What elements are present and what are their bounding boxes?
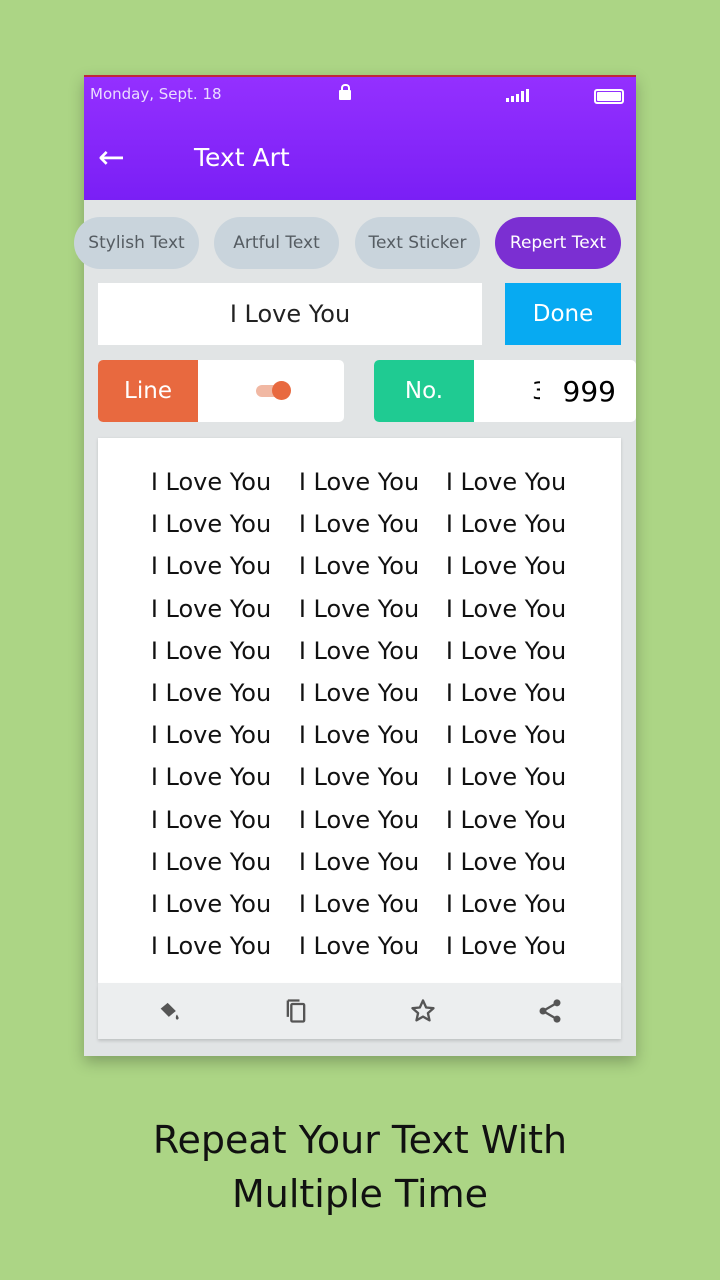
preview-area: I Love You I Love You I Love You I Love You… bbox=[98, 438, 621, 983]
paint-bucket-icon[interactable] bbox=[156, 997, 184, 1025]
repeated-text: I Love You bbox=[445, 721, 567, 750]
repeated-text: I Love You bbox=[150, 763, 272, 792]
repeated-text: I Love You bbox=[150, 510, 272, 539]
repeated-text: I Love You bbox=[298, 552, 420, 581]
caption-line-2: Multiple Time bbox=[231, 1172, 489, 1216]
repeated-text: I Love You bbox=[150, 552, 272, 581]
repeated-text: I Love You bbox=[150, 932, 272, 961]
repeated-text: I Love You bbox=[445, 594, 567, 623]
repeated-text: I Love You bbox=[298, 510, 420, 539]
battery-icon bbox=[594, 89, 624, 104]
line-toggle[interactable] bbox=[256, 381, 292, 400]
copy-icon[interactable] bbox=[282, 997, 310, 1025]
done-button[interactable]: Done bbox=[505, 283, 621, 345]
tab-stylish-text[interactable]: Stylish Text bbox=[74, 217, 199, 269]
repeated-text: I Love You bbox=[445, 679, 567, 707]
line-control: Line bbox=[98, 360, 344, 422]
status-date: Monday, Sept. 18 bbox=[90, 85, 222, 103]
repeated-text: I Love You bbox=[298, 890, 420, 918]
repeated-text: I Love You bbox=[298, 763, 420, 792]
repeated-text: I Love You bbox=[445, 890, 567, 918]
tab-repert-text[interactable]: Repert Text bbox=[495, 217, 621, 269]
repeated-text: I Love You bbox=[445, 636, 567, 665]
repeated-text: I Love You bbox=[298, 468, 420, 496]
phone-frame: Monday, Sept. 18 ← Text Art Stylish Text… bbox=[74, 75, 636, 1056]
repeated-text: I Love You bbox=[298, 721, 420, 750]
repeated-text: I Love You bbox=[150, 468, 272, 496]
repeated-text: I Love You bbox=[298, 679, 420, 707]
promo-caption: Repeat Your Text With Multiple Time bbox=[0, 1113, 720, 1221]
repeated-text: I Love You bbox=[298, 805, 420, 834]
text-input[interactable]: I Love You bbox=[98, 283, 482, 345]
share-icon[interactable] bbox=[536, 997, 564, 1025]
repeated-text: I Love You bbox=[445, 468, 567, 496]
number-control: No. 3 999 bbox=[374, 360, 636, 422]
star-icon[interactable] bbox=[409, 997, 437, 1025]
repeated-text: I Love You bbox=[298, 594, 420, 623]
repeated-text: I Love You bbox=[150, 721, 272, 750]
repeated-text: I Love You bbox=[150, 890, 272, 918]
tab-text-sticker[interactable]: Text Sticker bbox=[355, 217, 480, 269]
tab-bar: Stylish Text Artful Text Text Sticker Re… bbox=[74, 217, 636, 269]
tab-artful-text[interactable]: Artful Text bbox=[214, 217, 339, 269]
caption-line-1: Repeat Your Text With bbox=[152, 1118, 568, 1162]
lock-icon bbox=[339, 84, 351, 100]
line-label: Line bbox=[98, 360, 198, 422]
repeated-text: I Love You bbox=[150, 636, 272, 665]
repeated-text: I Love You bbox=[298, 932, 420, 961]
app-bar: Monday, Sept. 18 ← Text Art bbox=[84, 77, 636, 200]
bottom-action-bar bbox=[98, 983, 621, 1039]
repeated-text: I Love You bbox=[150, 847, 272, 876]
number-value[interactable]: 999 bbox=[563, 360, 616, 422]
repeated-text: I Love You bbox=[150, 679, 272, 707]
repeated-text: I Love You bbox=[298, 636, 420, 665]
page-title: Text Art bbox=[194, 143, 290, 172]
number-label: No. bbox=[374, 360, 474, 422]
repeated-text: I Love You bbox=[445, 552, 567, 581]
number-scroll-previous: 3 bbox=[532, 377, 540, 405]
back-arrow-icon[interactable]: ← bbox=[98, 141, 125, 173]
repeated-text: I Love You bbox=[445, 932, 567, 961]
repeated-text: I Love You bbox=[445, 763, 567, 792]
repeated-text: I Love You bbox=[445, 805, 567, 834]
repeated-text: I Love You bbox=[150, 805, 272, 834]
repeated-text: I Love You bbox=[150, 594, 272, 623]
signal-icon bbox=[506, 89, 529, 102]
repeated-text: I Love You bbox=[298, 847, 420, 876]
repeated-text: I Love You bbox=[445, 510, 567, 539]
repeated-text: I Love You bbox=[445, 847, 567, 876]
